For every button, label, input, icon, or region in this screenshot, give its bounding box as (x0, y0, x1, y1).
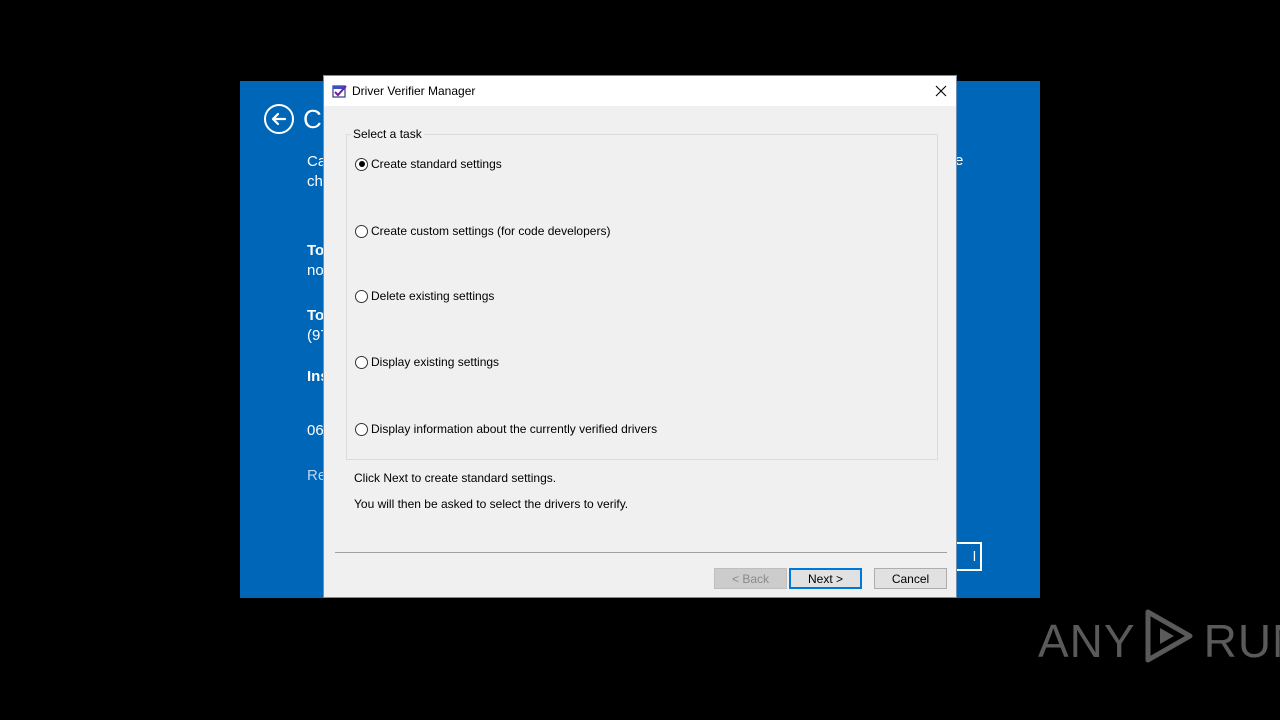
background-heading: To (307, 242, 325, 259)
radio-button[interactable] (355, 157, 368, 171)
option-delete-existing[interactable]: Delete existing settings (355, 288, 494, 304)
back-button[interactable]: < Back (714, 568, 787, 589)
info-text: You will then be asked to select the dri… (354, 497, 629, 511)
group-label: Select a task (351, 126, 424, 142)
watermark-text-left: ANY (1038, 615, 1136, 667)
option-label: Display information about the currently … (371, 422, 658, 436)
radio-button[interactable] (355, 224, 368, 238)
next-button[interactable]: Next > (789, 568, 862, 589)
title-bar[interactable]: Driver Verifier Manager (324, 76, 956, 106)
close-button[interactable] (926, 76, 956, 106)
option-create-standard[interactable]: Create standard settings (355, 156, 502, 172)
background-text: 06 (307, 422, 324, 439)
background-text: no (307, 262, 324, 279)
option-label: Display existing settings (371, 355, 500, 369)
background-text: ch (307, 173, 323, 190)
driver-verifier-app-icon (332, 83, 348, 99)
play-logo-icon (1142, 606, 1198, 677)
radio-button[interactable] (355, 422, 368, 436)
background-heading: To (307, 307, 325, 324)
option-label: Create custom settings (for code develop… (371, 224, 611, 238)
info-text: Click Next to create standard settings. (354, 471, 557, 485)
cancel-button[interactable]: Cancel (874, 568, 947, 589)
background-title: C (303, 104, 322, 134)
dialog-title: Driver Verifier Manager (352, 84, 476, 98)
option-display-information[interactable]: Display information about the currently … (355, 421, 657, 437)
anyrun-watermark: ANY RUN (1038, 608, 1280, 674)
separator (335, 552, 947, 553)
option-display-existing[interactable]: Display existing settings (355, 354, 499, 370)
driver-verifier-dialog: Driver Verifier Manager Select a task Cr… (323, 75, 957, 598)
option-label: Create standard settings (371, 157, 502, 171)
option-label: Delete existing settings (371, 289, 495, 303)
option-create-custom[interactable]: Create custom settings (for code develop… (355, 223, 610, 239)
watermark-text-right: RUN (1203, 615, 1280, 667)
radio-button[interactable] (355, 355, 368, 369)
back-arrow-icon[interactable] (264, 104, 294, 134)
close-icon (935, 85, 947, 97)
radio-button[interactable] (355, 289, 368, 303)
task-group-box: Select a task Create standard settings C… (346, 126, 938, 460)
